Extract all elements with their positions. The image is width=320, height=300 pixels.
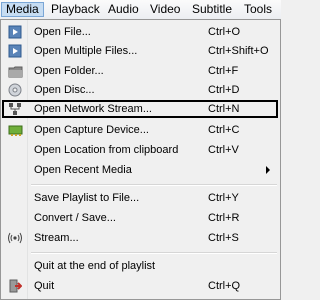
menu-item-open-folder[interactable]: Open Folder... Ctrl+F [2,62,278,80]
menu-bar: Media Playback Audio Video Subtitle Tool… [0,0,281,20]
menu-playback[interactable]: Playback [47,2,104,17]
menu-separator [31,184,277,186]
folder-icon [7,63,23,79]
menu-video[interactable]: Video [146,2,184,17]
menu-tools[interactable]: Tools [240,2,276,17]
media-dropdown-menu: Open File... Ctrl+O Open Multiple Files.… [0,19,281,300]
disc-icon [7,82,23,98]
menu-item-save-playlist[interactable]: Save Playlist to File... Ctrl+Y [2,189,278,207]
menu-item-convert-save[interactable]: Convert / Save... Ctrl+R [2,209,278,227]
network-icon [7,101,23,117]
menu-item-open-network-stream[interactable]: Open Network Stream... Ctrl+N [2,100,278,118]
menu-item-open-file[interactable]: Open File... Ctrl+O [2,23,278,41]
menu-item-open-multiple-files[interactable]: Open Multiple Files... Ctrl+Shift+O [2,42,278,60]
menu-media[interactable]: Media [1,2,44,17]
media-file-icon [7,43,23,59]
menu-item-open-disc[interactable]: Open Disc... Ctrl+D [2,81,278,99]
submenu-arrow-icon [266,166,270,174]
stream-icon [7,230,23,246]
menu-item-open-capture-device[interactable]: Open Capture Device... Ctrl+C [2,121,278,139]
media-file-icon [7,24,23,40]
menu-subtitle[interactable]: Subtitle [188,2,236,17]
capture-card-icon [7,122,23,138]
menu-item-quit[interactable]: Quit Ctrl+Q [2,277,278,295]
menu-item-open-recent-media[interactable]: Open Recent Media [2,161,278,179]
menu-separator [31,252,277,254]
menu-audio[interactable]: Audio [104,2,143,17]
menu-item-quit-end-of-playlist[interactable]: Quit at the end of playlist [2,257,278,275]
exit-icon [7,278,23,294]
menu-item-open-location-from-clipboard[interactable]: Open Location from clipboard Ctrl+V [2,141,278,159]
menu-item-stream[interactable]: Stream... Ctrl+S [2,229,278,247]
